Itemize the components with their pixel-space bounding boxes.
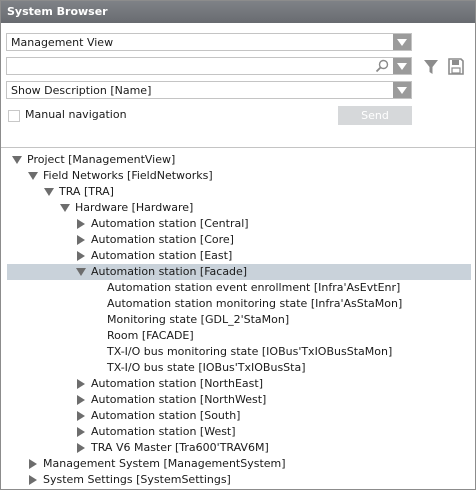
view-select[interactable]: Management View [6, 33, 412, 51]
description-select[interactable]: Show Description [Name] [6, 81, 412, 99]
tree-node-label: Automation station [Facade] [91, 265, 248, 278]
tree-node-label: Automation station [East] [91, 249, 233, 262]
tree-node-label: TRA V6 Master [Tra600'TRAV6M] [91, 441, 269, 454]
expand-triangle-icon[interactable] [59, 200, 71, 216]
collapse-triangle-icon[interactable] [75, 232, 87, 248]
chevron-down-icon[interactable] [393, 58, 411, 74]
send-button[interactable]: Send [338, 106, 412, 125]
collapse-triangle-icon[interactable] [75, 248, 87, 264]
tree-node-label: Room [FACADE] [107, 329, 194, 342]
panel-title: System Browser [1, 1, 475, 23]
expand-triangle-icon[interactable] [43, 184, 55, 200]
collapse-triangle-icon[interactable] [75, 408, 87, 424]
manual-navigation-checkbox[interactable] [8, 110, 20, 122]
tree-node-label: Automation station [NorthWest] [91, 393, 267, 406]
collapse-triangle-icon[interactable] [27, 472, 39, 488]
expand-triangle-icon[interactable] [75, 264, 87, 280]
tree-node-label: Monitoring state [GDL_2'StaMon] [107, 313, 290, 326]
tree-node-label: Automation station [Central] [91, 217, 249, 230]
tree-node-label: Management System [ManagementSystem] [43, 457, 286, 470]
tree-node-label: TX-I/O bus monitoring state [IOBus'TxIOB… [107, 345, 393, 358]
divider [1, 147, 475, 148]
tree-node-label: Automation station [West] [91, 425, 236, 438]
expand-triangle-icon[interactable] [27, 168, 39, 184]
expand-triangle-icon[interactable] [11, 152, 23, 168]
tree-node-label: TX-I/O bus state [IOBus'TxIOBusSta] [107, 361, 306, 374]
tree-node-label: Field Networks [FieldNetworks] [43, 169, 213, 182]
chevron-down-icon[interactable] [393, 82, 411, 98]
filter-icon[interactable] [423, 59, 439, 75]
collapse-triangle-icon[interactable] [75, 424, 87, 440]
collapse-triangle-icon[interactable] [27, 456, 39, 472]
tree-node-label: Automation station [Core] [91, 233, 234, 246]
tree-node-label: Project [ManagementView] [27, 153, 176, 166]
tree-node-label: Automation station [NorthEast] [91, 377, 263, 390]
collapse-triangle-icon[interactable] [75, 376, 87, 392]
tree-node-label: TRA [TRA] [59, 185, 114, 198]
save-icon[interactable] [448, 58, 464, 75]
tree-node-label: Automation station [South] [91, 409, 241, 422]
manual-navigation-label: Manual navigation [25, 108, 127, 121]
search-icon[interactable] [375, 59, 389, 73]
view-select-value: Management View [11, 36, 114, 49]
chevron-down-icon[interactable] [393, 34, 411, 50]
collapse-triangle-icon[interactable] [75, 392, 87, 408]
tree-node-label: Automation station event enrollment [Inf… [107, 281, 401, 294]
collapse-triangle-icon[interactable] [75, 216, 87, 232]
collapse-triangle-icon[interactable] [75, 440, 87, 456]
search-input[interactable] [6, 57, 412, 75]
description-select-value: Show Description [Name] [11, 84, 152, 97]
tree-node-label: Hardware [Hardware] [75, 201, 194, 214]
tree-node-label: System Settings [SystemSettings] [43, 473, 231, 486]
system-browser-panel: System Browser Management View Show Desc… [0, 0, 476, 490]
tree-node-label: Automation station monitoring state [Inf… [107, 297, 403, 310]
